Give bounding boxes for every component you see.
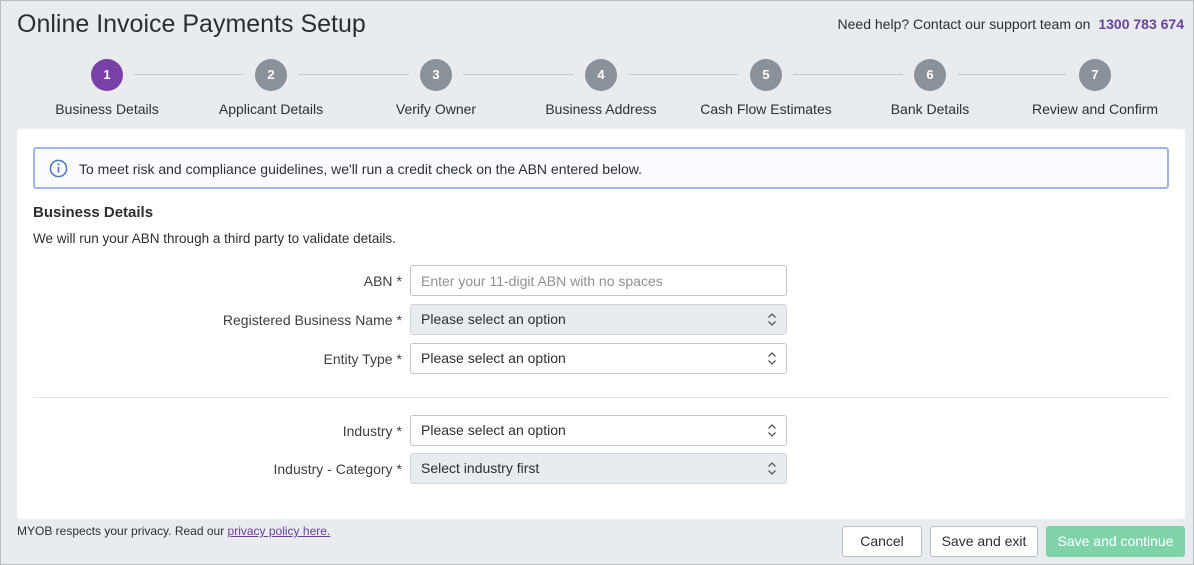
privacy-policy-link[interactable]: privacy policy here.: [228, 524, 331, 538]
section-description: We will run your ABN through a third par…: [33, 231, 396, 246]
entity-type-select[interactable]: Please select an option: [410, 343, 787, 374]
form-card: To meet risk and compliance guidelines, …: [17, 129, 1185, 519]
industry-category-label-text: Industry - Category: [273, 461, 393, 477]
step-business-address[interactable]: 4 Business Address: [516, 59, 686, 117]
step-number: 1: [91, 59, 123, 91]
chevron-up-down-icon: [768, 462, 776, 475]
industry-label-text: Industry: [342, 423, 393, 439]
registered-business-name-select[interactable]: Please select an option: [410, 304, 787, 335]
entity-type-label: Entity Type *: [324, 351, 402, 367]
registered-business-name-label: Registered Business Name *: [223, 312, 402, 328]
step-number: 2: [255, 59, 287, 91]
help-text: Need help? Contact our support team on 1…: [838, 16, 1184, 32]
cancel-button[interactable]: Cancel: [842, 526, 922, 557]
select-value: Please select an option: [421, 422, 566, 438]
save-and-continue-button[interactable]: Save and continue: [1046, 526, 1185, 557]
chevron-up-down-icon: [768, 313, 776, 326]
credit-check-alert: To meet risk and compliance guidelines, …: [33, 147, 1169, 189]
entity-type-label-text: Entity Type: [323, 351, 393, 367]
abn-label-text: ABN: [363, 273, 393, 289]
step-cash-flow-estimates[interactable]: 5 Cash Flow Estimates: [681, 59, 851, 117]
required-marker: *: [396, 312, 402, 328]
required-marker: *: [396, 461, 402, 477]
step-label: Business Details: [55, 101, 159, 117]
abn-label: ABN *: [364, 273, 402, 289]
required-marker: *: [396, 273, 402, 289]
step-label: Applicant Details: [218, 101, 324, 117]
page-title: Online Invoice Payments Setup: [17, 10, 366, 38]
page-header: Online Invoice Payments Setup Need help?…: [1, 1, 1193, 51]
step-bank-details[interactable]: 6 Bank Details: [845, 59, 1015, 117]
industry-category-label: Industry - Category *: [273, 461, 402, 477]
industry-select[interactable]: Please select an option: [410, 415, 787, 446]
chevron-up-down-icon: [768, 352, 776, 365]
industry-category-select[interactable]: Select industry first: [410, 453, 787, 484]
chevron-up-down-icon: [768, 424, 776, 437]
section-title: Business Details: [33, 204, 154, 221]
help-message: Need help? Contact our support team on: [837, 16, 1091, 32]
save-and-exit-button[interactable]: Save and exit: [930, 526, 1038, 557]
step-business-details[interactable]: 1 Business Details: [22, 59, 192, 117]
info-icon: [49, 159, 68, 178]
step-label: Review and Confirm: [1031, 101, 1159, 117]
section-divider: [33, 397, 1169, 398]
step-number: 5: [750, 59, 782, 91]
step-number: 4: [585, 59, 617, 91]
step-number: 7: [1079, 59, 1111, 91]
step-number: 3: [420, 59, 452, 91]
step-number: 6: [914, 59, 946, 91]
progress-stepper: 1 Business Details 2 Applicant Details 3…: [1, 59, 1193, 121]
privacy-notice: MYOB respects your privacy. Read our pri…: [17, 524, 330, 538]
industry-label: Industry *: [343, 423, 402, 439]
step-label: Verify Owner: [395, 101, 477, 117]
registered-business-name-label-text: Registered Business Name: [222, 312, 393, 328]
step-applicant-details[interactable]: 2 Applicant Details: [186, 59, 356, 117]
step-verify-owner[interactable]: 3 Verify Owner: [351, 59, 521, 117]
step-label: Bank Details: [890, 101, 970, 117]
step-label: Business Address: [545, 101, 657, 117]
required-marker: *: [396, 351, 402, 367]
select-value: Please select an option: [421, 311, 566, 327]
step-label: Cash Flow Estimates: [700, 101, 832, 117]
step-review-and-confirm[interactable]: 7 Review and Confirm: [1010, 59, 1180, 117]
required-marker: *: [396, 423, 402, 439]
alert-message: To meet risk and compliance guidelines, …: [79, 161, 642, 177]
support-phone-link[interactable]: 1300 783 674: [1098, 16, 1184, 32]
privacy-text: MYOB respects your privacy. Read our: [17, 524, 225, 538]
select-value: Please select an option: [421, 350, 566, 366]
abn-input[interactable]: [410, 265, 787, 296]
select-value: Select industry first: [421, 460, 540, 476]
